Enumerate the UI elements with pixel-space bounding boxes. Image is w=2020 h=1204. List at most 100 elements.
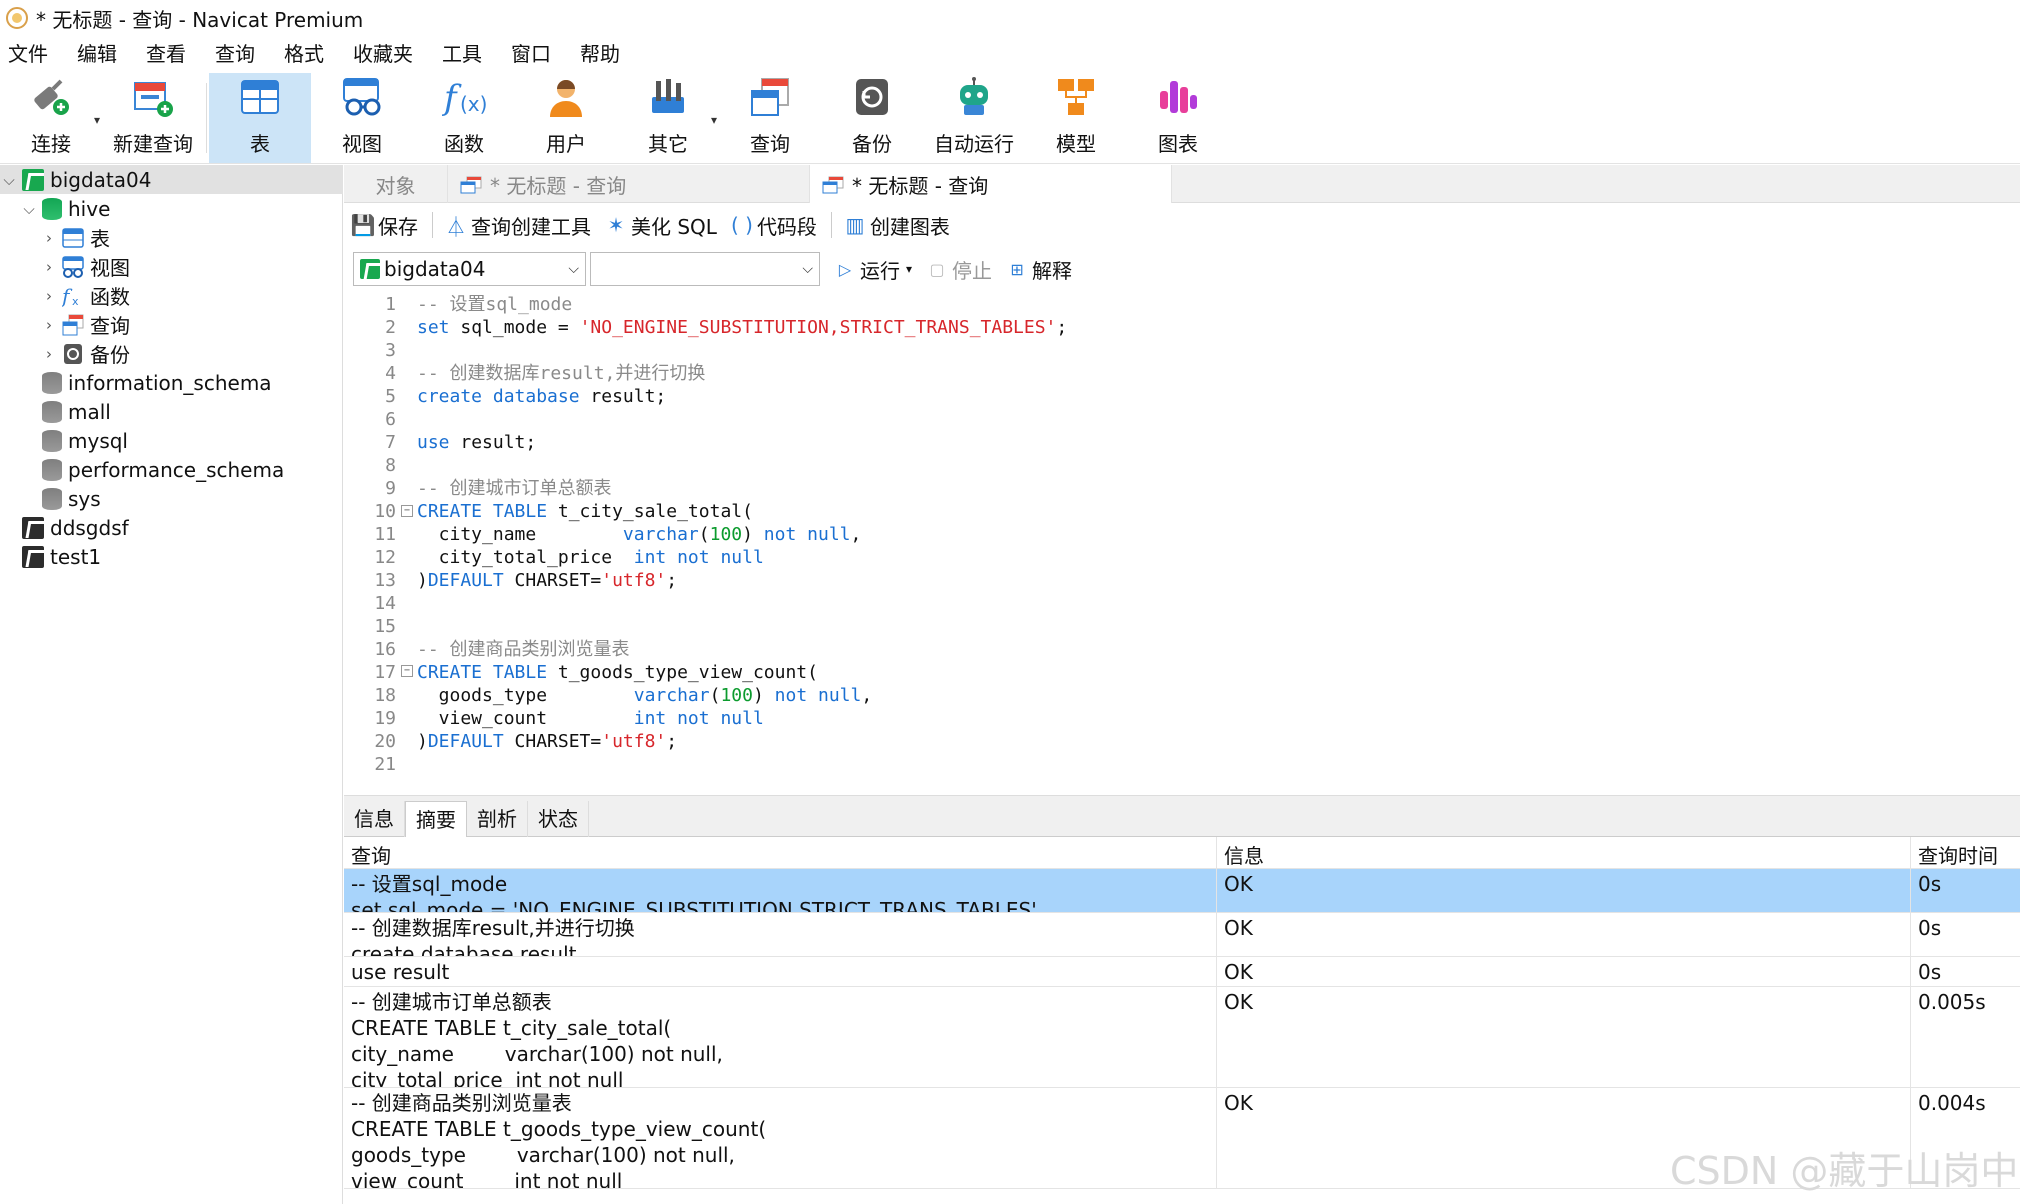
line-number: 4	[385, 363, 396, 384]
line-number: 2	[385, 317, 396, 338]
chevron-right-icon[interactable]: ›	[40, 345, 58, 363]
tab-objects[interactable]: 对象	[344, 165, 448, 203]
others-button[interactable]: 其它 ▾	[617, 73, 719, 163]
query-builder-button[interactable]: ⏃ 查询创建工具	[445, 209, 591, 241]
identifier-token: CHARSET=	[503, 570, 602, 591]
line-number: 13	[374, 570, 396, 591]
connection-label: 连接	[31, 132, 71, 156]
menu-favorites[interactable]: 收藏夹	[344, 36, 433, 72]
tab-query-1[interactable]: * 无标题 - 查询	[448, 165, 810, 203]
line-number: 8	[385, 455, 396, 476]
table-button[interactable]: 表	[209, 73, 311, 163]
chevron-right-icon[interactable]: ›	[40, 229, 58, 247]
keyword-token: not null	[752, 524, 851, 545]
comment-token: -- 创建商品类别浏览量表	[417, 639, 630, 660]
menu-help[interactable]: 帮助	[571, 36, 640, 72]
create-chart-button[interactable]: ▥ 创建图表	[844, 209, 949, 241]
tree-db-sys[interactable]: sys	[0, 484, 101, 513]
tree-item-views[interactable]: › 视图	[0, 252, 130, 281]
code-line-9: -- 创建城市订单总额表	[417, 477, 612, 500]
column-header-time[interactable]: 查询时间	[1911, 837, 2020, 869]
save-icon: 💾	[350, 213, 376, 237]
new-query-icon	[130, 74, 176, 120]
navicat-logo-icon	[6, 7, 28, 29]
new-query-button[interactable]: 新建查询	[102, 73, 204, 163]
tree-db-performance-schema[interactable]: performance_schema	[0, 455, 284, 484]
automation-label: 自动运行	[934, 132, 1014, 156]
tree-db-mysql[interactable]: mysql	[0, 426, 128, 455]
tree-item-backups[interactable]: › 备份	[0, 339, 130, 368]
tree-connection-bigdata04[interactable]: ⌵ bigdata04	[0, 165, 343, 194]
tab-profile[interactable]: 剖析	[467, 801, 528, 837]
keyword-token: DEFAULT	[427, 570, 504, 591]
database-icon	[42, 371, 62, 394]
beautify-sql-button[interactable]: ✶ 美化 SQL	[605, 209, 717, 241]
menu-tools[interactable]: 工具	[433, 36, 502, 72]
code-line-10: CREATE TABLE t_city_sale_total(	[417, 500, 753, 523]
tree-label: sys	[68, 486, 101, 511]
tree-item-tables[interactable]: › 表	[0, 223, 110, 252]
tree-db-information-schema[interactable]: information_schema	[0, 368, 272, 397]
menu-view[interactable]: 查看	[137, 36, 206, 72]
query-button[interactable]: 查询	[719, 73, 821, 163]
view-glasses-icon	[62, 255, 84, 278]
chevron-down-icon[interactable]: ▾	[906, 262, 912, 276]
chart-button[interactable]: 图表	[1127, 73, 1229, 163]
connection-button[interactable]: 连接 ▾	[0, 73, 102, 163]
tab-query-2[interactable]: * 无标题 - 查询	[810, 165, 1172, 203]
column-header-info[interactable]: 信息	[1217, 837, 1911, 869]
automation-button[interactable]: 自动运行	[923, 73, 1025, 163]
sql-editor[interactable]: 1 2 3 4 5 6 7 8 9 10 11 12 13 14 15 16 1…	[344, 293, 2020, 793]
connection-select[interactable]: bigdata04 ⌵	[353, 252, 586, 286]
chevron-right-icon[interactable]: ›	[40, 316, 58, 334]
save-button[interactable]: 💾 保存	[350, 209, 418, 241]
tree-item-functions[interactable]: › fx 函数	[0, 281, 130, 310]
menu-edit[interactable]: 编辑	[68, 36, 137, 72]
chevron-down-icon[interactable]: ⌵	[20, 200, 38, 218]
table-row[interactable]: -- 创建数据库result,并进行切换 create database res…	[344, 913, 2020, 957]
table-row[interactable]: -- 创建城市订单总额表 CREATE TABLE t_city_sale_to…	[344, 987, 2020, 1088]
chevron-right-icon[interactable]: ›	[40, 258, 58, 276]
tab-info[interactable]: 信息	[344, 801, 405, 837]
tab-label: 对象	[375, 173, 416, 198]
chevron-down-icon[interactable]: ⌵	[0, 171, 18, 189]
stop-button[interactable]: ▢ 停止	[926, 253, 992, 285]
tab-status[interactable]: 状态	[528, 801, 589, 837]
explain-button[interactable]: ⊞ 解释	[1006, 253, 1072, 285]
backup-button[interactable]: 备份	[821, 73, 923, 163]
stop-square-icon: ▢	[929, 259, 945, 279]
keyword-token: create database	[417, 386, 580, 407]
cell-query: -- 创建商品类别浏览量表 CREATE TABLE t_goods_type_…	[344, 1088, 1217, 1188]
menu-query[interactable]: 查询	[206, 36, 275, 72]
function-button[interactable]: f (x) 函数	[413, 73, 515, 163]
chevron-down-icon[interactable]: ▾	[711, 113, 717, 127]
line-number: 17	[374, 662, 396, 683]
fold-collapse-icon[interactable]: −	[401, 665, 413, 677]
fold-collapse-icon[interactable]: −	[401, 505, 413, 517]
column-header-query[interactable]: 查询	[344, 837, 1217, 869]
line-number: 10	[374, 501, 396, 522]
tree-connection-test1[interactable]: test1	[0, 542, 101, 571]
chevron-down-icon[interactable]: ▾	[94, 113, 100, 127]
tree-db-mall[interactable]: mall	[0, 397, 111, 426]
connection-icon	[22, 545, 44, 568]
line-number: 12	[374, 547, 396, 568]
table-row[interactable]: -- 设置sql_mode set sql_mode = 'NO_ENGINE_…	[344, 869, 2020, 913]
menu-format[interactable]: 格式	[275, 36, 344, 72]
menu-file[interactable]: 文件	[0, 36, 68, 72]
table-row[interactable]: use result OK 0s	[344, 957, 2020, 987]
database-select[interactable]: ⌵	[590, 252, 820, 286]
model-button[interactable]: 模型	[1025, 73, 1127, 163]
cell-time: 0.005s	[1918, 990, 1986, 1014]
tree-connection-ddsgdsf[interactable]: ddsgdsf	[0, 513, 129, 542]
user-button[interactable]: 用户	[515, 73, 617, 163]
chevron-right-icon[interactable]: ›	[40, 287, 58, 305]
code-snippet-button[interactable]: ( ) 代码段	[731, 209, 817, 241]
tab-summary[interactable]: 摘要	[405, 801, 467, 837]
identifier-token: city_total_price	[417, 547, 634, 568]
menu-window[interactable]: 窗口	[502, 36, 571, 72]
tree-item-queries[interactable]: › 查询	[0, 310, 130, 339]
run-button[interactable]: ▷ 运行 ▾	[834, 253, 912, 285]
view-button[interactable]: 视图	[311, 73, 413, 163]
tree-db-hive[interactable]: ⌵ hive	[0, 194, 110, 223]
